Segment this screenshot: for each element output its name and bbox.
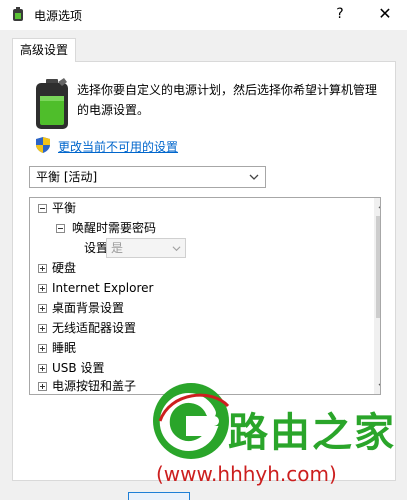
- tree-item-label: 平衡: [52, 201, 77, 215]
- tab-advanced-settings[interactable]: 高级设置: [12, 38, 76, 62]
- title-bar: 电源选项 ? ✕: [0, 0, 407, 30]
- help-button[interactable]: ?: [328, 3, 352, 25]
- tree-item-label: 电源按钮和盖子: [52, 379, 137, 393]
- tree-item-label: 唤醒时需要密码: [72, 221, 157, 235]
- scroll-up-icon[interactable]: [374, 198, 381, 215]
- chevron-down-icon: [249, 174, 259, 180]
- tree-item-label: 无线适配器设置: [52, 321, 137, 335]
- collapse-icon[interactable]: [56, 224, 65, 233]
- setting-value-select[interactable]: 是: [106, 238, 186, 258]
- expand-icon[interactable]: [38, 364, 47, 373]
- expand-icon[interactable]: [38, 324, 47, 333]
- setting-value: 是: [111, 241, 124, 255]
- change-unavailable-settings-link[interactable]: 更改当前不可用的设置: [58, 138, 178, 155]
- tree-item-label: 桌面背景设置: [52, 301, 125, 315]
- expand-icon[interactable]: [38, 382, 47, 391]
- scroll-thumb[interactable]: [376, 216, 380, 318]
- power-plan-value: 平衡 [活动]: [36, 170, 98, 184]
- tree-scrollbar[interactable]: [374, 198, 381, 394]
- battery-icon: [36, 78, 68, 129]
- power-plan-select[interactable]: 平衡 [活动]: [29, 166, 266, 188]
- collapse-icon[interactable]: [38, 204, 47, 213]
- tree-item-label: Internet Explorer: [52, 281, 154, 295]
- watermark-logo-icon: [153, 383, 230, 459]
- expand-icon[interactable]: [38, 284, 47, 293]
- close-button[interactable]: ✕: [372, 3, 398, 25]
- expand-icon[interactable]: [38, 304, 47, 313]
- description-text: 选择你要自定义的电源计划，然后选择你希望计算机管理的电源设置。: [77, 83, 378, 117]
- window-title: 电源选项: [34, 9, 83, 23]
- settings-tree: 平衡 唤醒时需要密码 设置: 是 硬盘 Internet Explorer 桌面…: [29, 197, 381, 395]
- watermark-url: (www.hhhyh.com): [156, 462, 337, 486]
- chevron-down-icon: [172, 246, 181, 252]
- tree-item-label: USB 设置: [52, 361, 105, 375]
- expand-icon[interactable]: [38, 344, 47, 353]
- battery-icon: [13, 7, 23, 21]
- expand-icon[interactable]: [38, 264, 47, 273]
- shield-icon: [36, 137, 50, 153]
- tree-item-label: 硬盘: [52, 261, 77, 275]
- tree-item-label: 睡眠: [52, 341, 77, 355]
- watermark: 路由之家 (www.hhhyh.com): [150, 372, 407, 500]
- watermark-title: 路由之家: [228, 410, 396, 456]
